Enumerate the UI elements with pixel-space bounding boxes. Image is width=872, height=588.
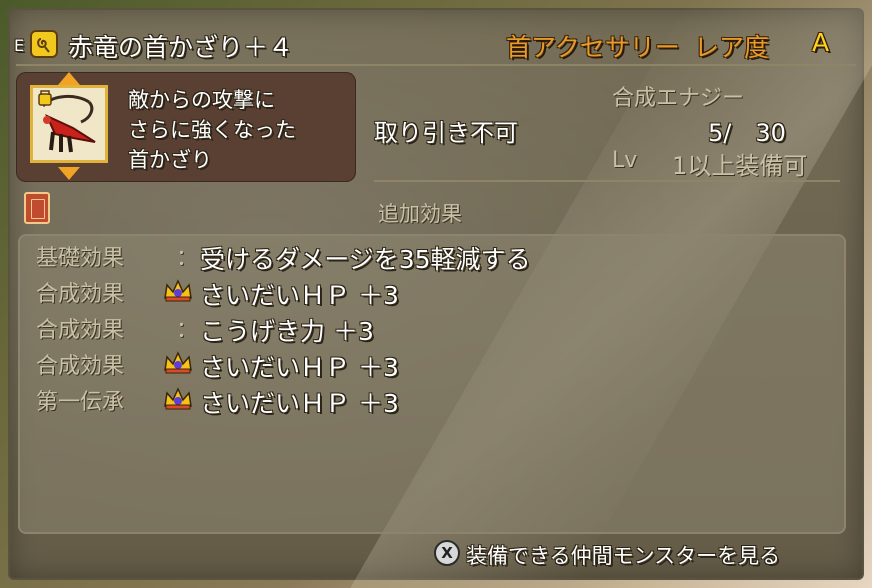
effect-text: さいだいＨＰ ＋3 [200,353,399,382]
effects-panel [18,234,846,534]
synthesis-energy-label: 合成エナジー [612,86,745,111]
crown-icon [162,350,194,380]
header-divider [16,64,856,66]
effect-label: 合成効果 [36,318,125,343]
effects-title: 追加効果 [378,202,462,226]
next-item-arrow-icon[interactable] [58,167,80,180]
effect-text: 受けるダメージを35軽減する [200,245,531,274]
description-line: 首かざり [128,148,212,172]
item-image [30,85,108,163]
effect-label: 合成効果 [36,282,125,307]
item-category: 首アクセサリー [506,33,680,62]
rarity-value: A [812,28,830,57]
previous-item-arrow-icon[interactable] [58,72,80,85]
x-button-icon[interactable]: X [434,540,460,566]
description-line: さらに強くなった [128,118,296,142]
effect-separator: ： [176,318,199,343]
accessory-category-icon [30,30,58,58]
crown-icon [162,386,194,416]
rarity-label: レア度 [694,33,770,62]
stats-divider [374,180,840,182]
trade-status: 取り引き不可 [374,119,518,147]
equipped-marker: E [14,36,25,55]
effect-text: こうげき力 ＋3 [200,317,374,346]
level-label: Lv [612,148,638,173]
effect-text: さいだいＨＰ ＋3 [200,281,399,310]
effect-label: 基礎効果 [36,246,125,271]
dragon-necklace-icon [38,90,96,153]
description-line: 敵からの攻撃に [128,88,275,112]
view-equippable-monsters-button[interactable]: 装備できる仲間モンスターを見る [466,540,780,570]
effect-text: さいだいＨＰ ＋3 [200,389,399,418]
book-icon[interactable] [24,192,50,224]
level-requirement: 1以上装備可 [672,152,808,180]
effect-label: 合成効果 [36,354,125,379]
crown-icon [162,278,194,308]
effect-label: 第一伝承 [36,390,125,415]
item-name: 赤竜の首かざり＋４ [68,33,294,62]
effect-separator: ： [176,246,199,271]
synthesis-energy-value: 5/ 30 [708,119,786,147]
